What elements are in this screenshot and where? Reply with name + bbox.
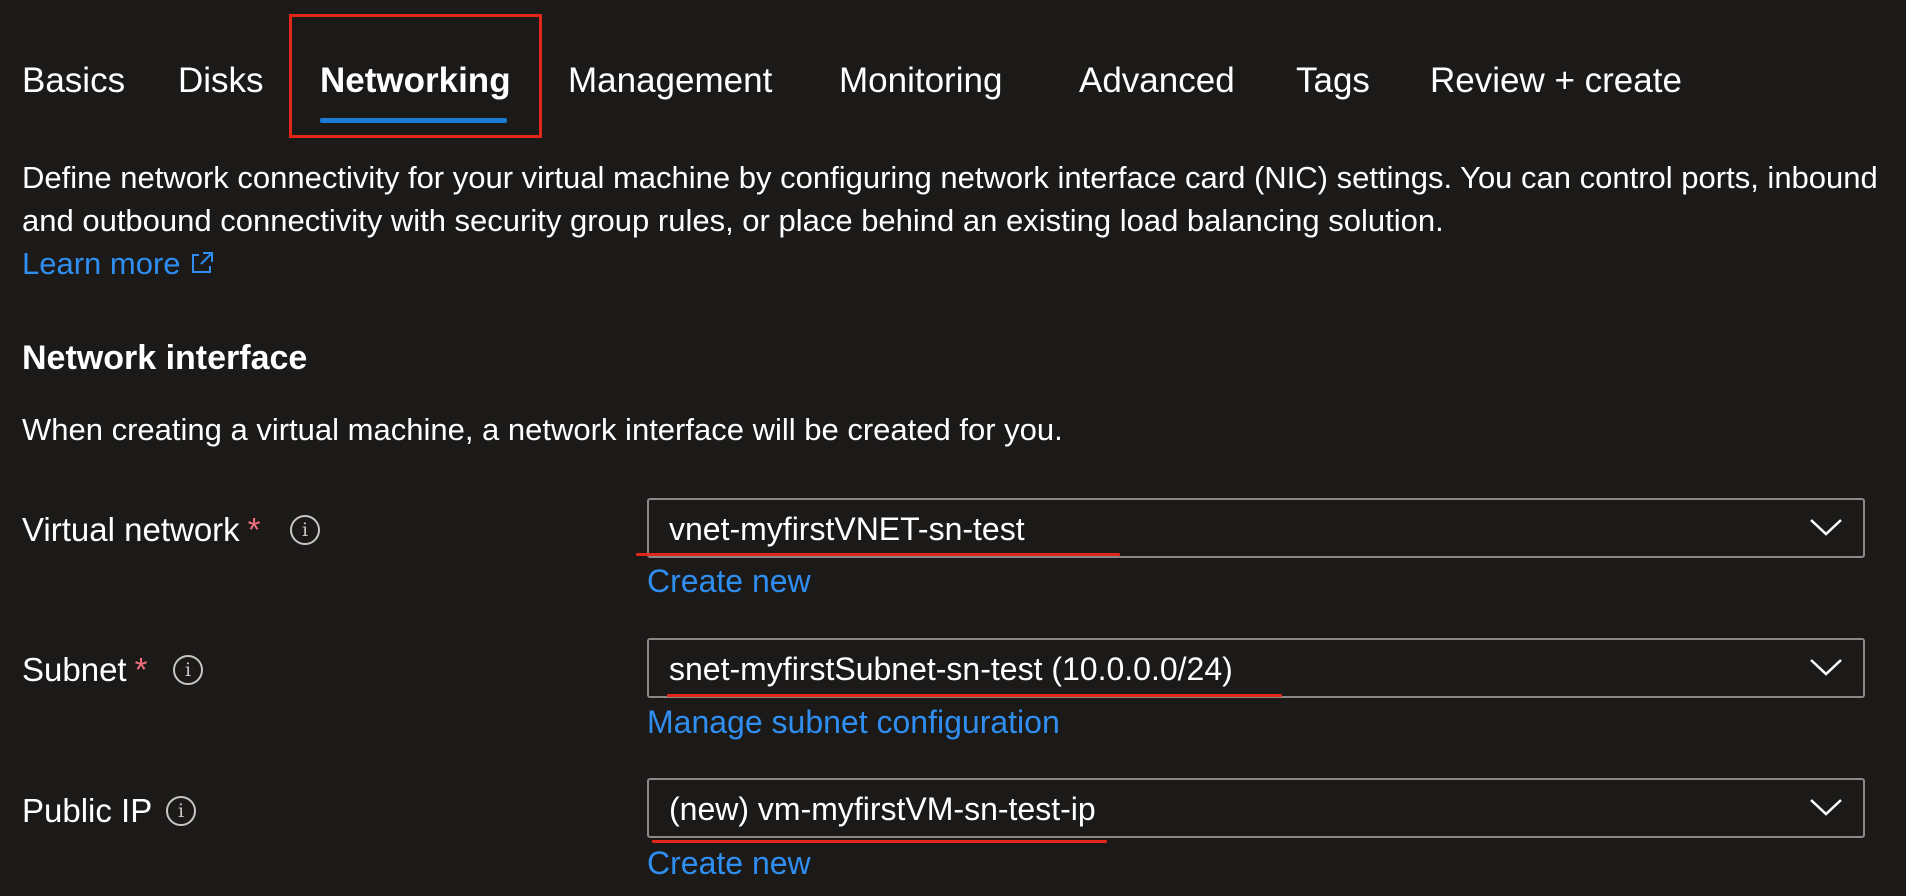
page-description: Define network connectivity for your vir… — [22, 160, 1878, 238]
tab-bar: Basics Disks Networking Management Monit… — [0, 0, 1906, 140]
info-icon[interactable]: i — [166, 796, 196, 826]
virtual-network-label-text: Virtual network — [22, 511, 240, 548]
public-ip-label-text: Public IP — [22, 792, 153, 829]
subnet-label-text: Subnet — [22, 651, 127, 688]
virtual-network-create-new-link[interactable]: Create new — [647, 560, 811, 602]
tab-tags[interactable]: Tags — [1296, 58, 1370, 104]
required-asterisk: * — [134, 651, 148, 688]
section-description: When creating a virtual machine, a netwo… — [22, 412, 1063, 447]
virtual-network-label: Virtual network * — [22, 508, 261, 552]
public-ip-value: (new) vm-myfirstVM-sn-test-ip — [669, 791, 1096, 827]
tab-monitoring[interactable]: Monitoring — [839, 58, 1002, 104]
chevron-down-icon — [1810, 799, 1842, 816]
tab-disks[interactable]: Disks — [178, 58, 264, 104]
section-title-network-interface: Network interface — [22, 339, 308, 377]
annotation-highlight-box — [289, 14, 542, 138]
learn-more-label: Learn more — [22, 246, 181, 281]
learn-more-link[interactable]: Learn more — [22, 242, 215, 285]
required-asterisk: * — [247, 511, 261, 548]
chevron-down-icon — [1810, 659, 1842, 676]
virtual-network-select[interactable]: vnet-myfirstVNET-sn-test — [647, 498, 1865, 558]
tab-basics[interactable]: Basics — [22, 58, 125, 104]
virtual-network-value: vnet-myfirstVNET-sn-test — [669, 511, 1025, 547]
manage-subnet-configuration-link[interactable]: Manage subnet configuration — [647, 701, 1060, 743]
public-ip-label: Public IP — [22, 789, 152, 833]
public-ip-create-new-link[interactable]: Create new — [647, 842, 811, 884]
info-icon[interactable]: i — [173, 655, 203, 685]
chevron-down-icon — [1810, 519, 1842, 536]
subnet-label: Subnet * — [22, 648, 147, 692]
tab-advanced[interactable]: Advanced — [1079, 58, 1235, 104]
info-icon[interactable]: i — [290, 515, 320, 545]
annotation-underline — [667, 694, 1282, 697]
subnet-select[interactable]: snet-myfirstSubnet-sn-test (10.0.0.0/24) — [647, 638, 1865, 698]
annotation-underline — [636, 553, 1120, 556]
external-link-icon — [191, 252, 213, 273]
subnet-value: snet-myfirstSubnet-sn-test (10.0.0.0/24) — [669, 651, 1233, 687]
public-ip-select[interactable]: (new) vm-myfirstVM-sn-test-ip — [647, 778, 1865, 838]
tab-management[interactable]: Management — [568, 58, 772, 104]
tab-review-create[interactable]: Review + create — [1430, 58, 1682, 104]
